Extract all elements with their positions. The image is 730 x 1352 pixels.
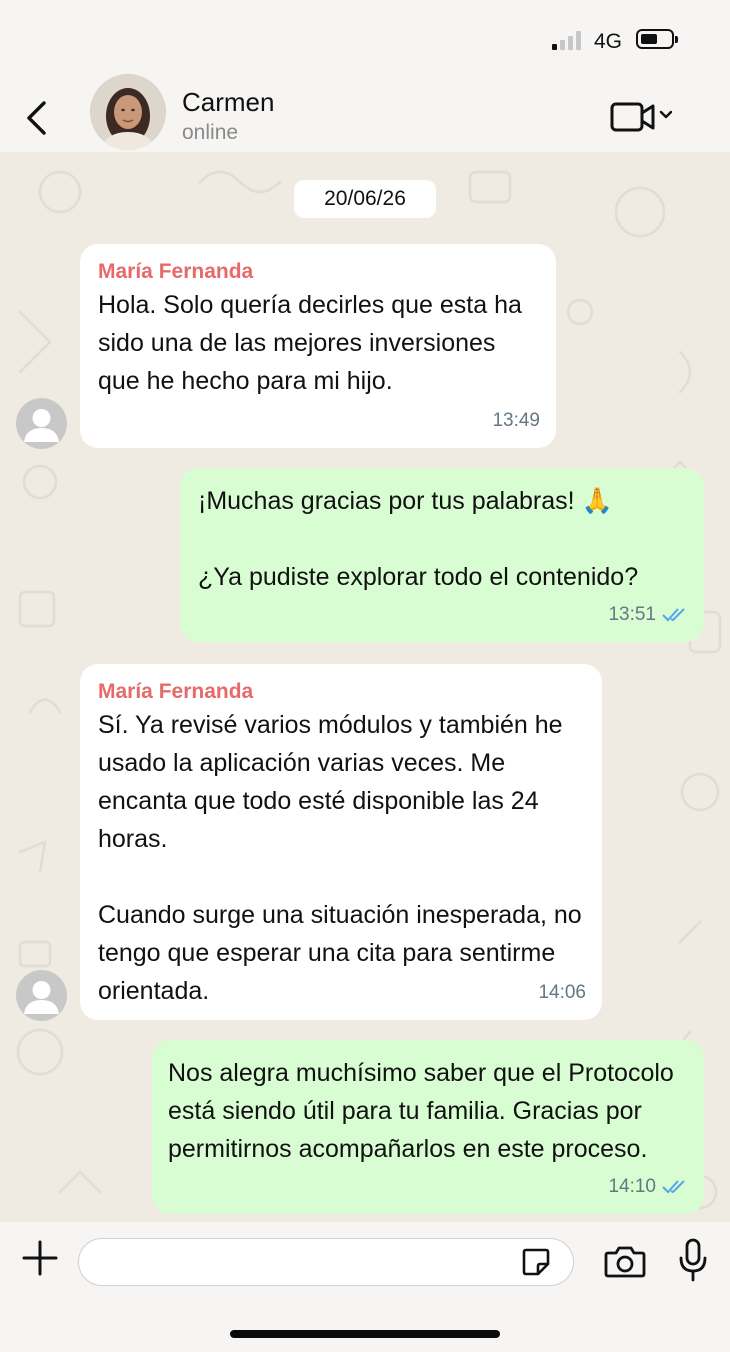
back-arrow-icon[interactable] — [22, 100, 52, 136]
double-check-icon — [662, 1180, 685, 1194]
contact-name[interactable]: Carmen — [182, 87, 274, 118]
outgoing-message[interactable]: ¡Muchas gracias por tus palabras! 🙏 ¿Ya … — [180, 468, 704, 642]
chat-area[interactable]: 20/06/26 María Fernanda Hola. Solo querí… — [0, 152, 730, 1222]
sender-avatar[interactable] — [16, 398, 67, 449]
contact-avatar[interactable] — [90, 74, 166, 150]
date-divider: 20/06/26 — [294, 180, 436, 218]
message-text: Sí. Ya revisé varios módulos y también h… — [98, 711, 582, 1005]
home-indicator — [230, 1330, 500, 1338]
message-meta: 13:51 — [608, 596, 688, 634]
sticker-icon[interactable] — [520, 1246, 552, 1278]
video-call-icon — [610, 102, 655, 132]
incoming-message[interactable]: María Fernanda Hola. Solo quería decirle… — [80, 244, 556, 448]
incoming-message[interactable]: María Fernanda Sí. Ya revisé varios módu… — [80, 664, 602, 1020]
composer-bar — [0, 1222, 730, 1352]
message-time: 14:06 — [538, 982, 586, 1003]
signal-icon — [552, 30, 586, 50]
status-bar: 4G — [0, 0, 730, 80]
outgoing-message[interactable]: Nos alegra muchísimo saber que el Protoc… — [152, 1040, 704, 1214]
message-input[interactable] — [78, 1238, 574, 1286]
message-meta: 14:10 — [608, 1168, 688, 1206]
sender-avatar[interactable] — [16, 970, 67, 1021]
message-meta: 13:49 — [492, 402, 540, 440]
double-check-icon — [662, 608, 685, 622]
chat-header: Carmen online — [0, 70, 730, 152]
message-text: Nos alegra muchísimo saber que el Protoc… — [168, 1059, 674, 1163]
message-sender: María Fernanda — [98, 680, 254, 703]
camera-icon[interactable] — [604, 1244, 646, 1278]
chevron-down-icon — [659, 110, 673, 119]
message-text: Hola. Solo quería decirles que esta ha s… — [98, 291, 522, 395]
message-time: 14:10 — [608, 1176, 656, 1197]
contact-status: online — [182, 121, 239, 144]
video-call-button[interactable] — [610, 100, 680, 134]
message-meta: 14:06 — [538, 974, 586, 1012]
message-time: 13:51 — [608, 604, 656, 625]
plus-icon[interactable] — [22, 1240, 58, 1276]
microphone-icon[interactable] — [678, 1238, 708, 1282]
battery-icon — [636, 29, 678, 49]
message-text: ¡Muchas gracias por tus palabras! 🙏 ¿Ya … — [198, 487, 639, 591]
message-sender: María Fernanda — [98, 260, 254, 283]
message-time: 13:49 — [492, 410, 540, 431]
network-type: 4G — [594, 30, 623, 53]
